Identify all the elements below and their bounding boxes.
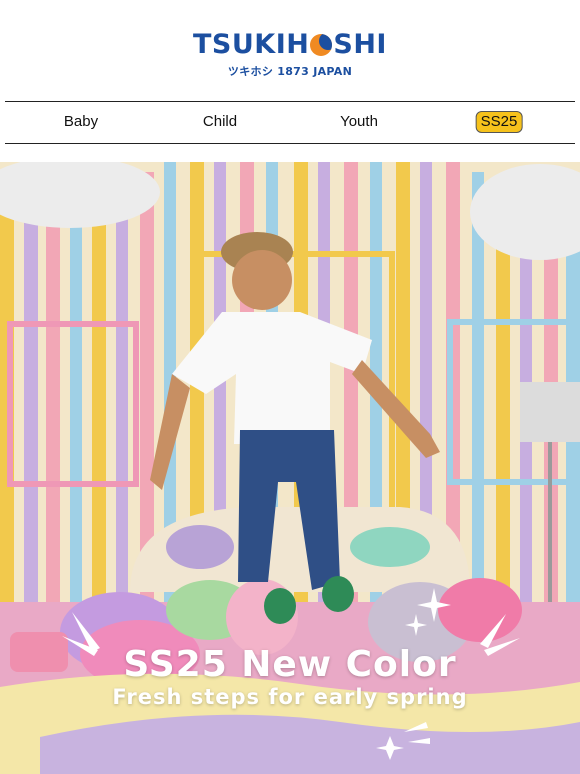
plush-right <box>350 527 430 567</box>
plush-left <box>166 525 234 569</box>
nav-item-youth[interactable]: Youth <box>340 113 378 131</box>
hero-title: SS25 New Color <box>123 644 457 685</box>
logo-text-left: TSUKIH <box>193 29 310 60</box>
nav-item-child[interactable]: Child <box>203 113 237 131</box>
logo-wordmark: TSUKIH SHI <box>193 30 387 60</box>
right-sneaker <box>322 576 354 612</box>
lamp-shade <box>520 382 580 442</box>
left-sneaker <box>264 588 296 624</box>
magenta-pillow <box>438 578 522 642</box>
category-nav: Baby Child Youth SS25 <box>5 101 575 144</box>
hero-subtitle: Fresh steps for early spring <box>112 685 468 709</box>
nav-item-baby[interactable]: Baby <box>64 113 98 131</box>
moon-icon <box>310 34 333 56</box>
email-header: TSUKIH SHI ツキホシ 1873 JAPAN <box>0 0 580 101</box>
hero-banner[interactable]: SS25 New Color Fresh steps for early spr… <box>0 162 580 774</box>
face <box>232 250 292 310</box>
brand-logo[interactable]: TSUKIH SHI ツキホシ 1873 JAPAN <box>0 30 580 79</box>
logo-text-right: SHI <box>333 29 387 60</box>
nav-item-ss25[interactable]: SS25 <box>475 111 523 133</box>
logo-tagline: ツキホシ 1873 JAPAN <box>227 65 353 78</box>
